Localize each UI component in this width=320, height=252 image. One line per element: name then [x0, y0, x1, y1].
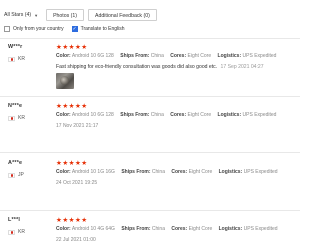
stars-dropdown-label: All Stars (4)	[4, 12, 32, 18]
logistics-value: UPS Expedited	[242, 53, 277, 59]
review-text-row: Fast shipping for eco-friendly consultat…	[56, 64, 264, 70]
color-label: Color:	[56, 53, 71, 59]
color-value: Android 10 4G 64G	[71, 226, 115, 232]
country-code: KR	[18, 229, 25, 235]
divider	[0, 96, 300, 97]
cores-value: Eight Core	[187, 53, 212, 59]
cores-label: Cores:	[171, 226, 188, 232]
photos-filter-button[interactable]: Photos (1)	[46, 9, 85, 21]
cores-label: Cores:	[171, 169, 188, 175]
country-code: KR	[18, 115, 25, 121]
review-attributes: Color: Android 10 6G 128 Ships From: Chi…	[56, 112, 281, 118]
logistics-value: UPS Expedited	[243, 169, 278, 175]
review-attributes: Color: Android 10 6G 128 Ships From: Chi…	[56, 53, 281, 59]
chevron-down-icon: ▼	[34, 12, 39, 18]
logistics-label: Logistics:	[217, 53, 242, 59]
review-date: 22 Jul 2021 01:00	[56, 237, 96, 243]
reviewer-name: L***l	[8, 217, 21, 223]
review-text: Fast shipping for eco-friendly consultat…	[56, 64, 218, 70]
cores-value: Eight Core	[187, 112, 212, 118]
color-value: Android 10 6G 128	[71, 112, 114, 118]
cores-label: Cores:	[170, 53, 187, 59]
reviewer-country: KR	[8, 229, 25, 235]
logistics-value: UPS Expedited	[242, 112, 277, 118]
review-attributes: Color: Android 10 4G 64G Ships From: Chi…	[56, 226, 283, 232]
flag-icon	[8, 172, 15, 178]
divider	[0, 152, 300, 153]
stars-dropdown[interactable]: All Stars (4) ▼	[4, 12, 38, 18]
flag-icon	[8, 229, 15, 235]
cores-label: Cores:	[170, 112, 187, 118]
reviewer-country: KR	[8, 56, 25, 62]
flag-icon	[8, 115, 15, 121]
star-rating: ★★★★★	[56, 160, 88, 167]
color-label: Color:	[56, 226, 71, 232]
checkbox-unchecked-icon[interactable]	[4, 26, 10, 32]
review-date: 17 Sep 2021 04:27	[220, 64, 264, 70]
logistics-label: Logistics:	[218, 169, 243, 175]
reviewer-name: A***e	[8, 160, 23, 166]
ships-from-value: China	[151, 226, 165, 232]
color-label: Color:	[56, 112, 71, 118]
reviewer-name: N***e	[8, 103, 23, 109]
ships-from-value: China	[150, 53, 164, 59]
reviewer-country: KR	[8, 115, 25, 121]
additional-feedback-button[interactable]: Additional Feedback (0)	[88, 9, 157, 21]
ships-from-label: Ships From:	[120, 112, 150, 118]
ships-from-label: Ships From:	[120, 53, 150, 59]
ships-from-value: China	[150, 112, 164, 118]
filter-bar: All Stars (4) ▼ Photos (1) Additional Fe…	[4, 8, 161, 22]
ships-from-label: Ships From:	[121, 169, 151, 175]
reviewer-name: W***r	[8, 44, 23, 50]
logistics-value: UPS Expedited	[243, 226, 278, 232]
filter-options: Only from your country ✓ Translate to En…	[4, 26, 133, 32]
logistics-label: Logistics:	[218, 226, 243, 232]
star-rating: ★★★★★	[56, 103, 88, 110]
translate-label: Translate to English	[80, 26, 125, 32]
divider	[0, 38, 300, 39]
ships-from-value: China	[151, 169, 165, 175]
reviewer-country: JP	[8, 172, 24, 178]
only-country-checkbox[interactable]: Only from your country	[4, 26, 64, 32]
only-country-label: Only from your country	[13, 26, 64, 32]
star-rating: ★★★★★	[56, 217, 88, 224]
divider	[0, 210, 300, 211]
review-attributes: Color: Android 10 1G 16G Ships From: Chi…	[56, 169, 283, 175]
review-date: 24 Oct 2021 19:25	[56, 180, 98, 186]
country-code: JP	[18, 172, 24, 178]
translate-checkbox[interactable]: ✓ Translate to English	[71, 26, 125, 32]
logistics-label: Logistics:	[217, 112, 242, 118]
color-value: Android 10 6G 128	[71, 53, 114, 59]
review-date: 17 Nov 2021 21:17	[56, 123, 99, 129]
checkbox-checked-icon[interactable]: ✓	[71, 26, 78, 32]
color-label: Color:	[56, 169, 71, 175]
review-photo-thumbnail[interactable]	[56, 73, 74, 89]
cores-value: Eight Core	[188, 169, 213, 175]
color-value: Android 10 1G 16G	[71, 169, 115, 175]
flag-icon	[8, 56, 15, 62]
country-code: KR	[18, 56, 25, 62]
star-rating: ★★★★★	[56, 44, 88, 51]
ships-from-label: Ships From:	[121, 226, 151, 232]
cores-value: Eight Core	[188, 226, 213, 232]
